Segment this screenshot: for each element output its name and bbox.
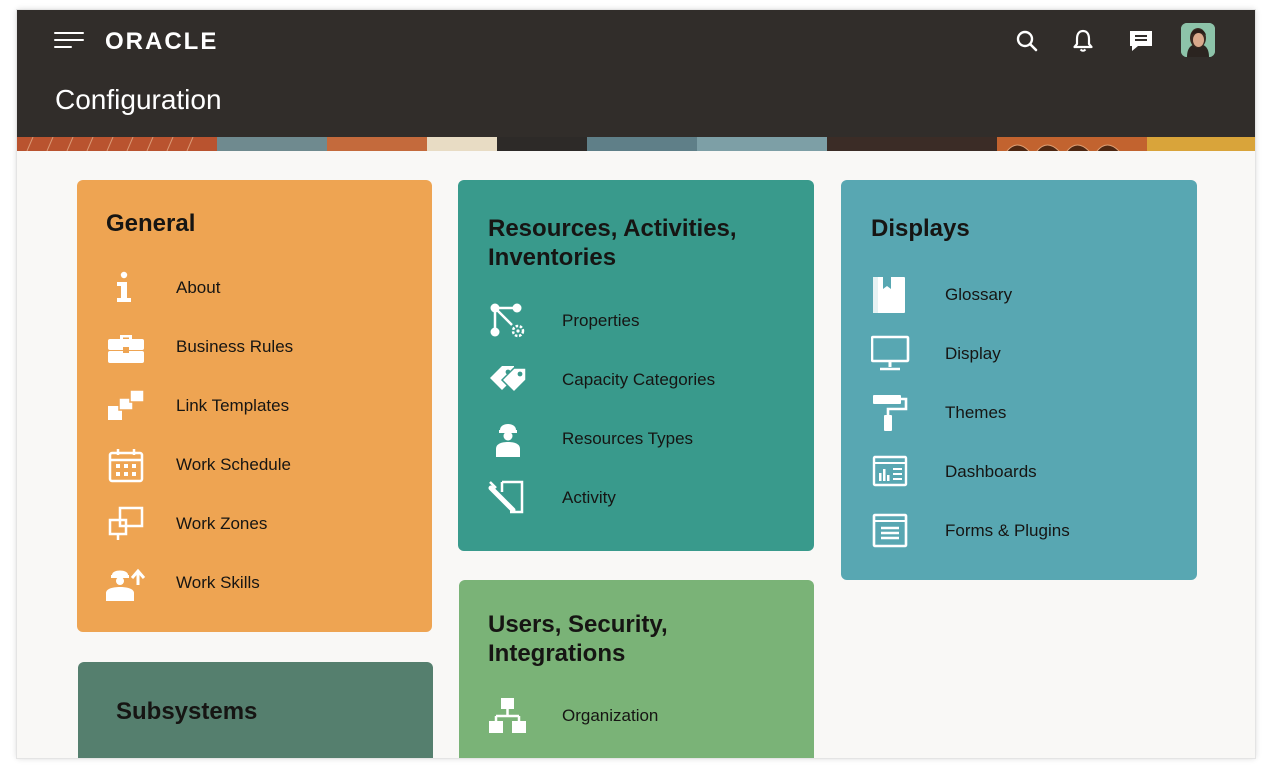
general-item-link-templates[interactable]: Link Templates — [106, 386, 406, 426]
resources-item-label: Activity — [562, 488, 616, 507]
general-item-label: Work Schedule — [176, 455, 291, 474]
resources-item-label: Capacity Categories — [562, 370, 716, 389]
menu-icon[interactable] — [54, 30, 84, 52]
general-item-about[interactable]: About — [106, 268, 406, 308]
users-card-title-line2: Integrations — [488, 640, 626, 667]
dashboard-icon — [871, 452, 911, 492]
displays-item-forms-plugins[interactable]: Forms & Plugins — [871, 511, 1171, 551]
general-item-label: About — [176, 278, 221, 297]
resources-item-label: Properties — [562, 311, 640, 330]
general-card: General About Business Rules Link Templa… — [77, 180, 432, 632]
displays-item-label: Themes — [945, 403, 1007, 422]
link-templates-icon — [106, 386, 146, 426]
resources-card-title-line2: Inventories — [488, 244, 617, 271]
displays-item-glossary[interactable]: Glossary — [871, 275, 1171, 315]
worker-icon — [488, 419, 528, 459]
resources-item-label: Resources Types — [562, 429, 694, 448]
general-item-label: Link Templates — [176, 396, 290, 415]
briefcase-icon — [106, 327, 146, 367]
displays-card-title: Displays — [871, 215, 970, 242]
general-card-title: General — [106, 210, 196, 237]
general-item-business-rules[interactable]: Business Rules — [106, 327, 406, 367]
users-item-label: Organization — [562, 706, 659, 725]
book-icon — [871, 275, 911, 315]
users-item-organization[interactable]: Organization — [488, 696, 788, 736]
resources-item-activity[interactable]: Activity — [488, 478, 788, 518]
users-card-title-line1: Users, Security, — [488, 611, 668, 638]
search-icon[interactable] — [1014, 28, 1040, 54]
tags-icon — [488, 360, 528, 400]
work-zones-icon — [106, 504, 146, 544]
resources-card: Resources, Activities, Inventories Prope… — [458, 180, 814, 551]
page-title: Configuration — [55, 84, 222, 115]
oracle-logo[interactable]: ORACLE — [105, 28, 218, 56]
general-item-work-skills[interactable]: Work Skills — [106, 563, 406, 603]
general-item-work-zones[interactable]: Work Zones — [106, 504, 406, 544]
users-security-card: Users, Security, Integrations Organizati… — [459, 580, 814, 758]
paint-roller-icon — [871, 393, 911, 433]
chat-icon[interactable] — [1127, 28, 1153, 54]
displays-item-display[interactable]: Display — [870, 334, 1171, 374]
info-icon — [106, 268, 146, 308]
resources-card-title-line1: Resources, Activities, — [488, 215, 737, 242]
resources-item-resources-types[interactable]: Resources Types — [488, 419, 788, 459]
org-chart-icon — [488, 696, 528, 736]
displays-item-label: Dashboards — [945, 462, 1037, 481]
form-icon — [871, 511, 911, 551]
displays-item-label: Display — [945, 344, 1001, 363]
displays-item-label: Glossary — [945, 285, 1013, 304]
resources-item-properties[interactable]: Properties — [488, 301, 788, 341]
calendar-icon — [106, 445, 146, 485]
displays-card: Displays Glossary Display Themes Dashboa… — [841, 180, 1197, 580]
bell-icon[interactable] — [1070, 28, 1096, 54]
user-avatar[interactable] — [1181, 23, 1215, 57]
subsystems-card[interactable]: Subsystems — [78, 662, 433, 758]
decorative-banner — [17, 137, 1255, 151]
general-item-label: Work Zones — [176, 514, 268, 533]
monitor-icon — [870, 334, 911, 374]
displays-item-themes[interactable]: Themes — [871, 393, 1171, 433]
app-window: ORACLE Configuration General About Busin… — [17, 10, 1255, 758]
header-bar: ORACLE Configuration — [17, 10, 1255, 137]
subsystems-card-title: Subsystems — [116, 698, 258, 725]
general-item-label: Work Skills — [176, 573, 260, 592]
general-item-work-schedule[interactable]: Work Schedule — [106, 445, 406, 485]
general-item-label: Business Rules — [176, 337, 294, 356]
displays-item-dashboards[interactable]: Dashboards — [871, 452, 1171, 492]
displays-item-label: Forms & Plugins — [945, 521, 1070, 540]
work-skills-icon — [106, 563, 146, 603]
activity-icon — [488, 478, 528, 518]
properties-icon — [488, 301, 528, 341]
resources-item-capacity-categories[interactable]: Capacity Categories — [488, 360, 788, 400]
